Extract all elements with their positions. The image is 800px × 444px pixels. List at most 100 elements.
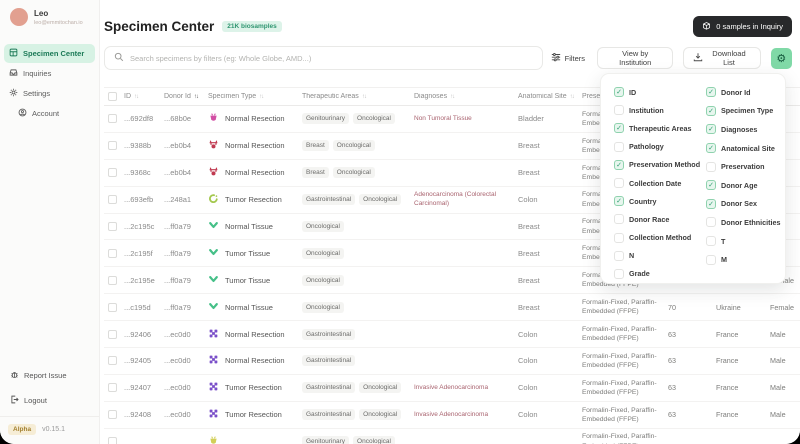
therapeutic-area-chip: Oncological	[359, 194, 401, 205]
row-checkbox[interactable]	[108, 249, 117, 258]
column-toggle-grade[interactable]: ✓Grade	[614, 265, 706, 283]
checkbox-icon[interactable]: ✓	[706, 124, 716, 134]
column-toggle-collection-method[interactable]: ✓Collection Method	[614, 229, 706, 247]
column-toggle-collection-date[interactable]: ✓Collection Date	[614, 174, 706, 192]
cell-donor-id: ...eb0b4	[164, 141, 208, 150]
sort-icon[interactable]: ↑↓	[134, 94, 138, 100]
sort-icon[interactable]: ↑↓	[362, 94, 366, 100]
column-toggle-preservation[interactable]: ✓Preservation	[706, 157, 781, 176]
logout-icon	[10, 395, 19, 406]
column-header-anatomical-site: Anatomical Site↑↓	[518, 93, 582, 100]
checkbox-icon[interactable]: ✓	[614, 105, 624, 115]
organ-icon	[208, 247, 219, 260]
checkbox-icon[interactable]: ✓	[706, 143, 716, 153]
sort-icon[interactable]: ↑↓	[259, 94, 263, 100]
column-toggle-label: Donor Ethnicities	[721, 218, 781, 227]
column-toggle-donor-id[interactable]: ✓Donor Id	[706, 83, 781, 102]
column-toggle-therapeutic-areas[interactable]: ✓Therapeutic Areas	[614, 119, 706, 137]
column-toggle-t[interactable]: ✓T	[706, 232, 781, 251]
cell-therapeutic-areas: Gastrointestinal	[302, 329, 414, 340]
download-list-button[interactable]: Download List	[683, 47, 760, 69]
column-toggle-preservation-method[interactable]: ✓Preservation Method	[614, 156, 706, 174]
column-toggle-donor-sex[interactable]: ✓Donor Sex	[706, 195, 781, 214]
cell-therapeutic-areas: Oncological	[302, 248, 414, 259]
cell-donor-sex: Male	[770, 383, 800, 392]
sort-icon[interactable]: ↑↓	[194, 94, 198, 100]
checkbox-icon[interactable]: ✓	[614, 251, 624, 261]
row-checkbox[interactable]	[108, 168, 117, 177]
cell-therapeutic-areas: GastrointestinalOncological	[302, 382, 414, 393]
checkbox-icon[interactable]: ✓	[614, 196, 624, 206]
column-toggle-n[interactable]: ✓N	[614, 247, 706, 265]
column-toggle-diagnoses[interactable]: ✓Diagnoses	[706, 120, 781, 139]
toolbar: Filters View by Institution Download Lis…	[104, 46, 792, 70]
row-checkbox[interactable]	[108, 383, 117, 392]
checkbox-icon[interactable]: ✓	[614, 123, 624, 133]
sidebar-item-settings[interactable]: Settings	[4, 84, 95, 103]
sort-icon[interactable]: ↑↓	[450, 94, 454, 100]
inquiry-samples-button[interactable]: 0 samples in Inquiry	[693, 16, 792, 37]
column-toggle-country[interactable]: ✓Country	[614, 192, 706, 210]
version-row: Alpha v0.15.1	[0, 416, 99, 444]
cell-anatomical-site: Colon	[518, 410, 582, 419]
row-checkbox[interactable]	[108, 410, 117, 419]
checkbox-icon[interactable]: ✓	[614, 233, 624, 243]
column-toggle-donor-age[interactable]: ✓Donor Age	[706, 176, 781, 195]
sidebar-item-specimen-center[interactable]: Specimen Center	[4, 44, 95, 63]
column-toggle-donor-race[interactable]: ✓ Donor Race	[614, 210, 706, 228]
column-toggle-institution[interactable]: ✓Institution	[614, 101, 706, 119]
checkbox-icon[interactable]: ✓	[706, 236, 716, 246]
column-toggle-anatomical-site[interactable]: ✓Anatomical Site	[706, 139, 781, 158]
gear-icon	[9, 88, 18, 99]
checkbox-icon[interactable]: ✓	[706, 106, 716, 116]
column-toggle-specimen-type[interactable]: ✓Specimen Type	[706, 102, 781, 121]
row-checkbox[interactable]	[108, 330, 117, 339]
column-toggle-pathology[interactable]: ✓Pathology	[614, 138, 706, 156]
cell-id: ...92406	[124, 330, 164, 339]
search-input[interactable]	[130, 54, 533, 63]
sidebar-item-account[interactable]: Account	[13, 104, 95, 123]
organ-icon	[208, 112, 219, 125]
cell-donor-age: 63	[668, 330, 716, 339]
checkbox-icon[interactable]: ✓	[706, 199, 716, 209]
row-checkbox[interactable]	[108, 276, 117, 285]
specimen-type-label: Normal Tissue	[225, 303, 273, 312]
column-toggle-label: Donor Race	[629, 215, 669, 224]
checkbox-icon[interactable]: ✓	[614, 87, 624, 97]
user-profile[interactable]: Leo leo@emmitochan.io	[0, 0, 99, 26]
sidebar-item-logout[interactable]: Logout	[0, 391, 99, 409]
column-toggle-m[interactable]: ✓M	[706, 250, 781, 269]
row-checkbox[interactable]	[108, 114, 117, 123]
checkbox-icon[interactable]: ✓	[706, 87, 716, 97]
specimen-type-label: Normal Resection	[225, 330, 285, 339]
sidebar-item-inquiries[interactable]: Inquiries	[4, 64, 95, 83]
checkbox-icon[interactable]: ✓	[706, 255, 716, 265]
row-checkbox[interactable]	[108, 195, 117, 204]
row-checkbox[interactable]	[108, 356, 117, 365]
row-checkbox[interactable]	[108, 437, 117, 444]
checkbox-icon[interactable]: ✓	[614, 178, 624, 188]
cell-anatomical-site: Breast	[518, 222, 582, 231]
sort-icon[interactable]: ↑↓	[570, 94, 574, 100]
sidebar-item-report-issue[interactable]: Report Issue	[0, 366, 99, 384]
row-checkbox[interactable]	[108, 141, 117, 150]
column-toggle-donor-ethnicities[interactable]: ✓ Donor Ethnicities	[706, 213, 781, 232]
checkbox-icon[interactable]: ✓	[614, 142, 624, 152]
filters-button[interactable]: Filters	[551, 52, 585, 64]
row-checkbox[interactable]	[108, 222, 117, 231]
checkbox-icon[interactable]: ✓	[706, 162, 716, 172]
select-all-checkbox[interactable]	[108, 92, 117, 101]
checkbox-icon[interactable]: ✓	[706, 180, 716, 190]
checkbox-icon[interactable]: ✓	[706, 217, 716, 227]
user-email: leo@emmitochan.io	[34, 20, 83, 26]
checkbox-icon[interactable]: ✓	[614, 160, 624, 170]
column-toggle-id[interactable]: ✓ID	[614, 83, 706, 101]
checkbox-icon[interactable]: ✓	[614, 214, 624, 224]
view-by-institution-button[interactable]: View by Institution	[597, 47, 673, 69]
inbox-icon	[9, 68, 18, 79]
cell-preservation-method: Formalin-Fixed, Paraffin-Embedded (FFPE)	[582, 432, 668, 444]
row-checkbox[interactable]	[108, 303, 117, 312]
checkbox-icon[interactable]: ✓	[614, 269, 624, 279]
column-settings-button[interactable]: ⚙	[771, 48, 792, 69]
cell-donor-age: 70	[668, 303, 716, 312]
